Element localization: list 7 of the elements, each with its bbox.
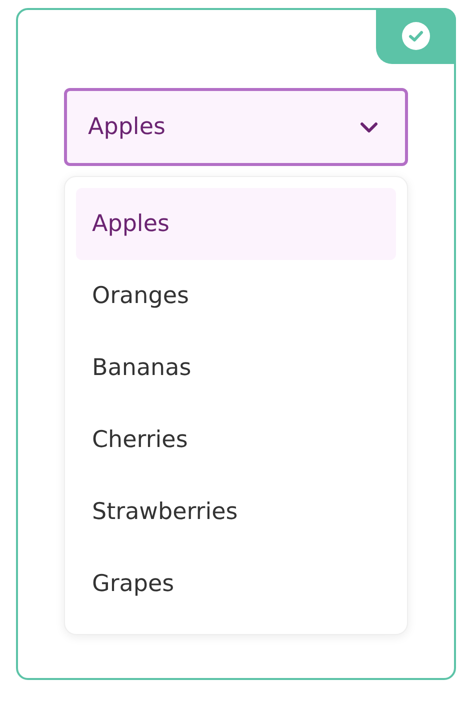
fruit-select[interactable]: Apples (64, 88, 408, 166)
dropdown-option[interactable]: Cherries (76, 404, 396, 476)
dropdown-option[interactable]: Grapes (76, 548, 396, 620)
dropdown-option[interactable]: Bananas (76, 332, 396, 404)
dropdown-option[interactable]: Oranges (76, 260, 396, 332)
dropdown-option[interactable]: Strawberries (76, 476, 396, 548)
dropdown-option[interactable]: Apples (76, 188, 396, 260)
